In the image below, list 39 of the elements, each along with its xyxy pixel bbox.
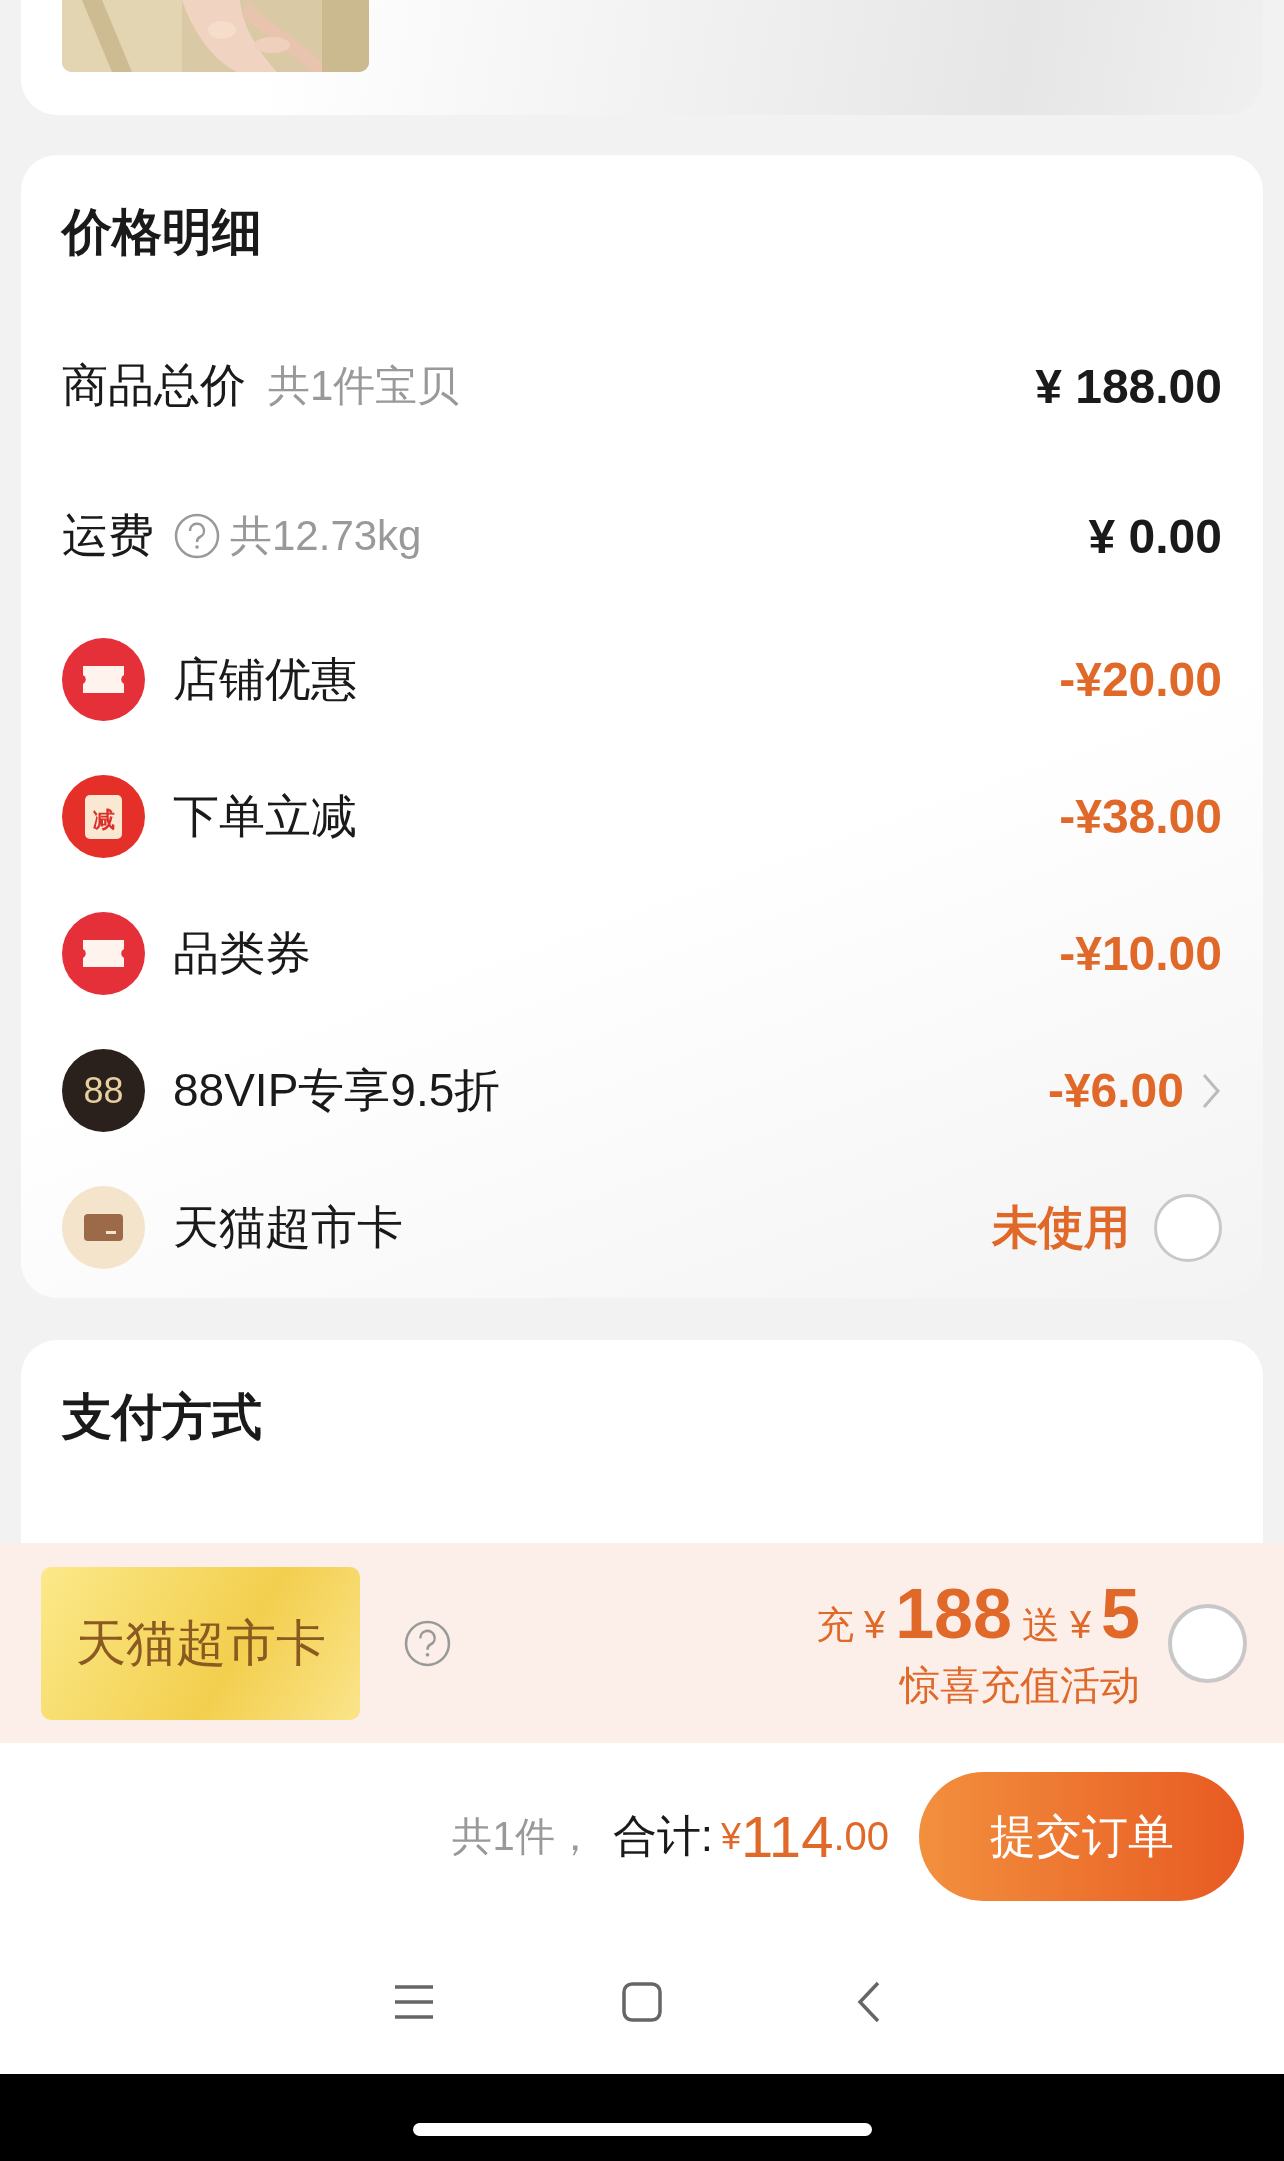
amount: ¥ 188.00 [1035, 358, 1222, 414]
row-label: 下单立减 [173, 788, 357, 844]
discount-amount: -¥38.00 [1059, 789, 1222, 844]
ticket-icon [62, 638, 145, 721]
bonus-amount: 5 [1101, 1573, 1140, 1654]
gift-card-label: 天猫超市卡 [41, 1566, 360, 1720]
bonus-label: 送 [1021, 1602, 1060, 1648]
total-decimals: .00 [833, 1814, 889, 1859]
item-count: 共1件， [452, 1813, 595, 1860]
amount: ¥ 0.00 [1088, 508, 1222, 564]
currency-sign: ¥ [720, 1815, 741, 1858]
coupon-icon: 减 [62, 775, 145, 858]
total-amount: 114 [740, 1803, 834, 1870]
vip-badge-icon: 88 [62, 1049, 145, 1132]
help-icon[interactable] [404, 1619, 451, 1667]
discount-amount: -¥20.00 [1059, 652, 1222, 707]
row-note: 共1件宝贝 [268, 361, 460, 411]
row-label: 商品总价 [62, 358, 246, 413]
total-label: 合计: [612, 1810, 713, 1862]
section-title: 价格明细 [62, 203, 263, 262]
row-label: 天猫超市卡 [173, 1199, 403, 1255]
card-icon [62, 1186, 145, 1269]
ticket-icon [62, 912, 145, 995]
row-label: 品类券 [173, 925, 311, 981]
submit-order-button[interactable]: 提交订单 [919, 1772, 1244, 1901]
row-label: 88VIP专享9.5折 [173, 1062, 501, 1118]
discount-amount: -¥10.00 [1059, 926, 1222, 981]
row-label: 店铺优惠 [173, 651, 357, 707]
row-label: 运费 [62, 508, 154, 563]
help-icon[interactable] [174, 513, 220, 559]
section-title: 支付方式 [62, 1388, 263, 1447]
status-text: 未使用 [992, 1199, 1130, 1255]
currency-sign: ¥ [864, 1603, 886, 1647]
currency-sign: ¥ [1069, 1603, 1092, 1647]
row-note: 共12.73kg [230, 511, 422, 561]
recharge-label: 充 [816, 1602, 854, 1648]
discount-amount: -¥6.00 [1047, 1063, 1184, 1118]
recharge-amount: 188 [895, 1573, 1012, 1654]
promo-caption: 惊喜充值活动 [900, 1661, 1140, 1709]
